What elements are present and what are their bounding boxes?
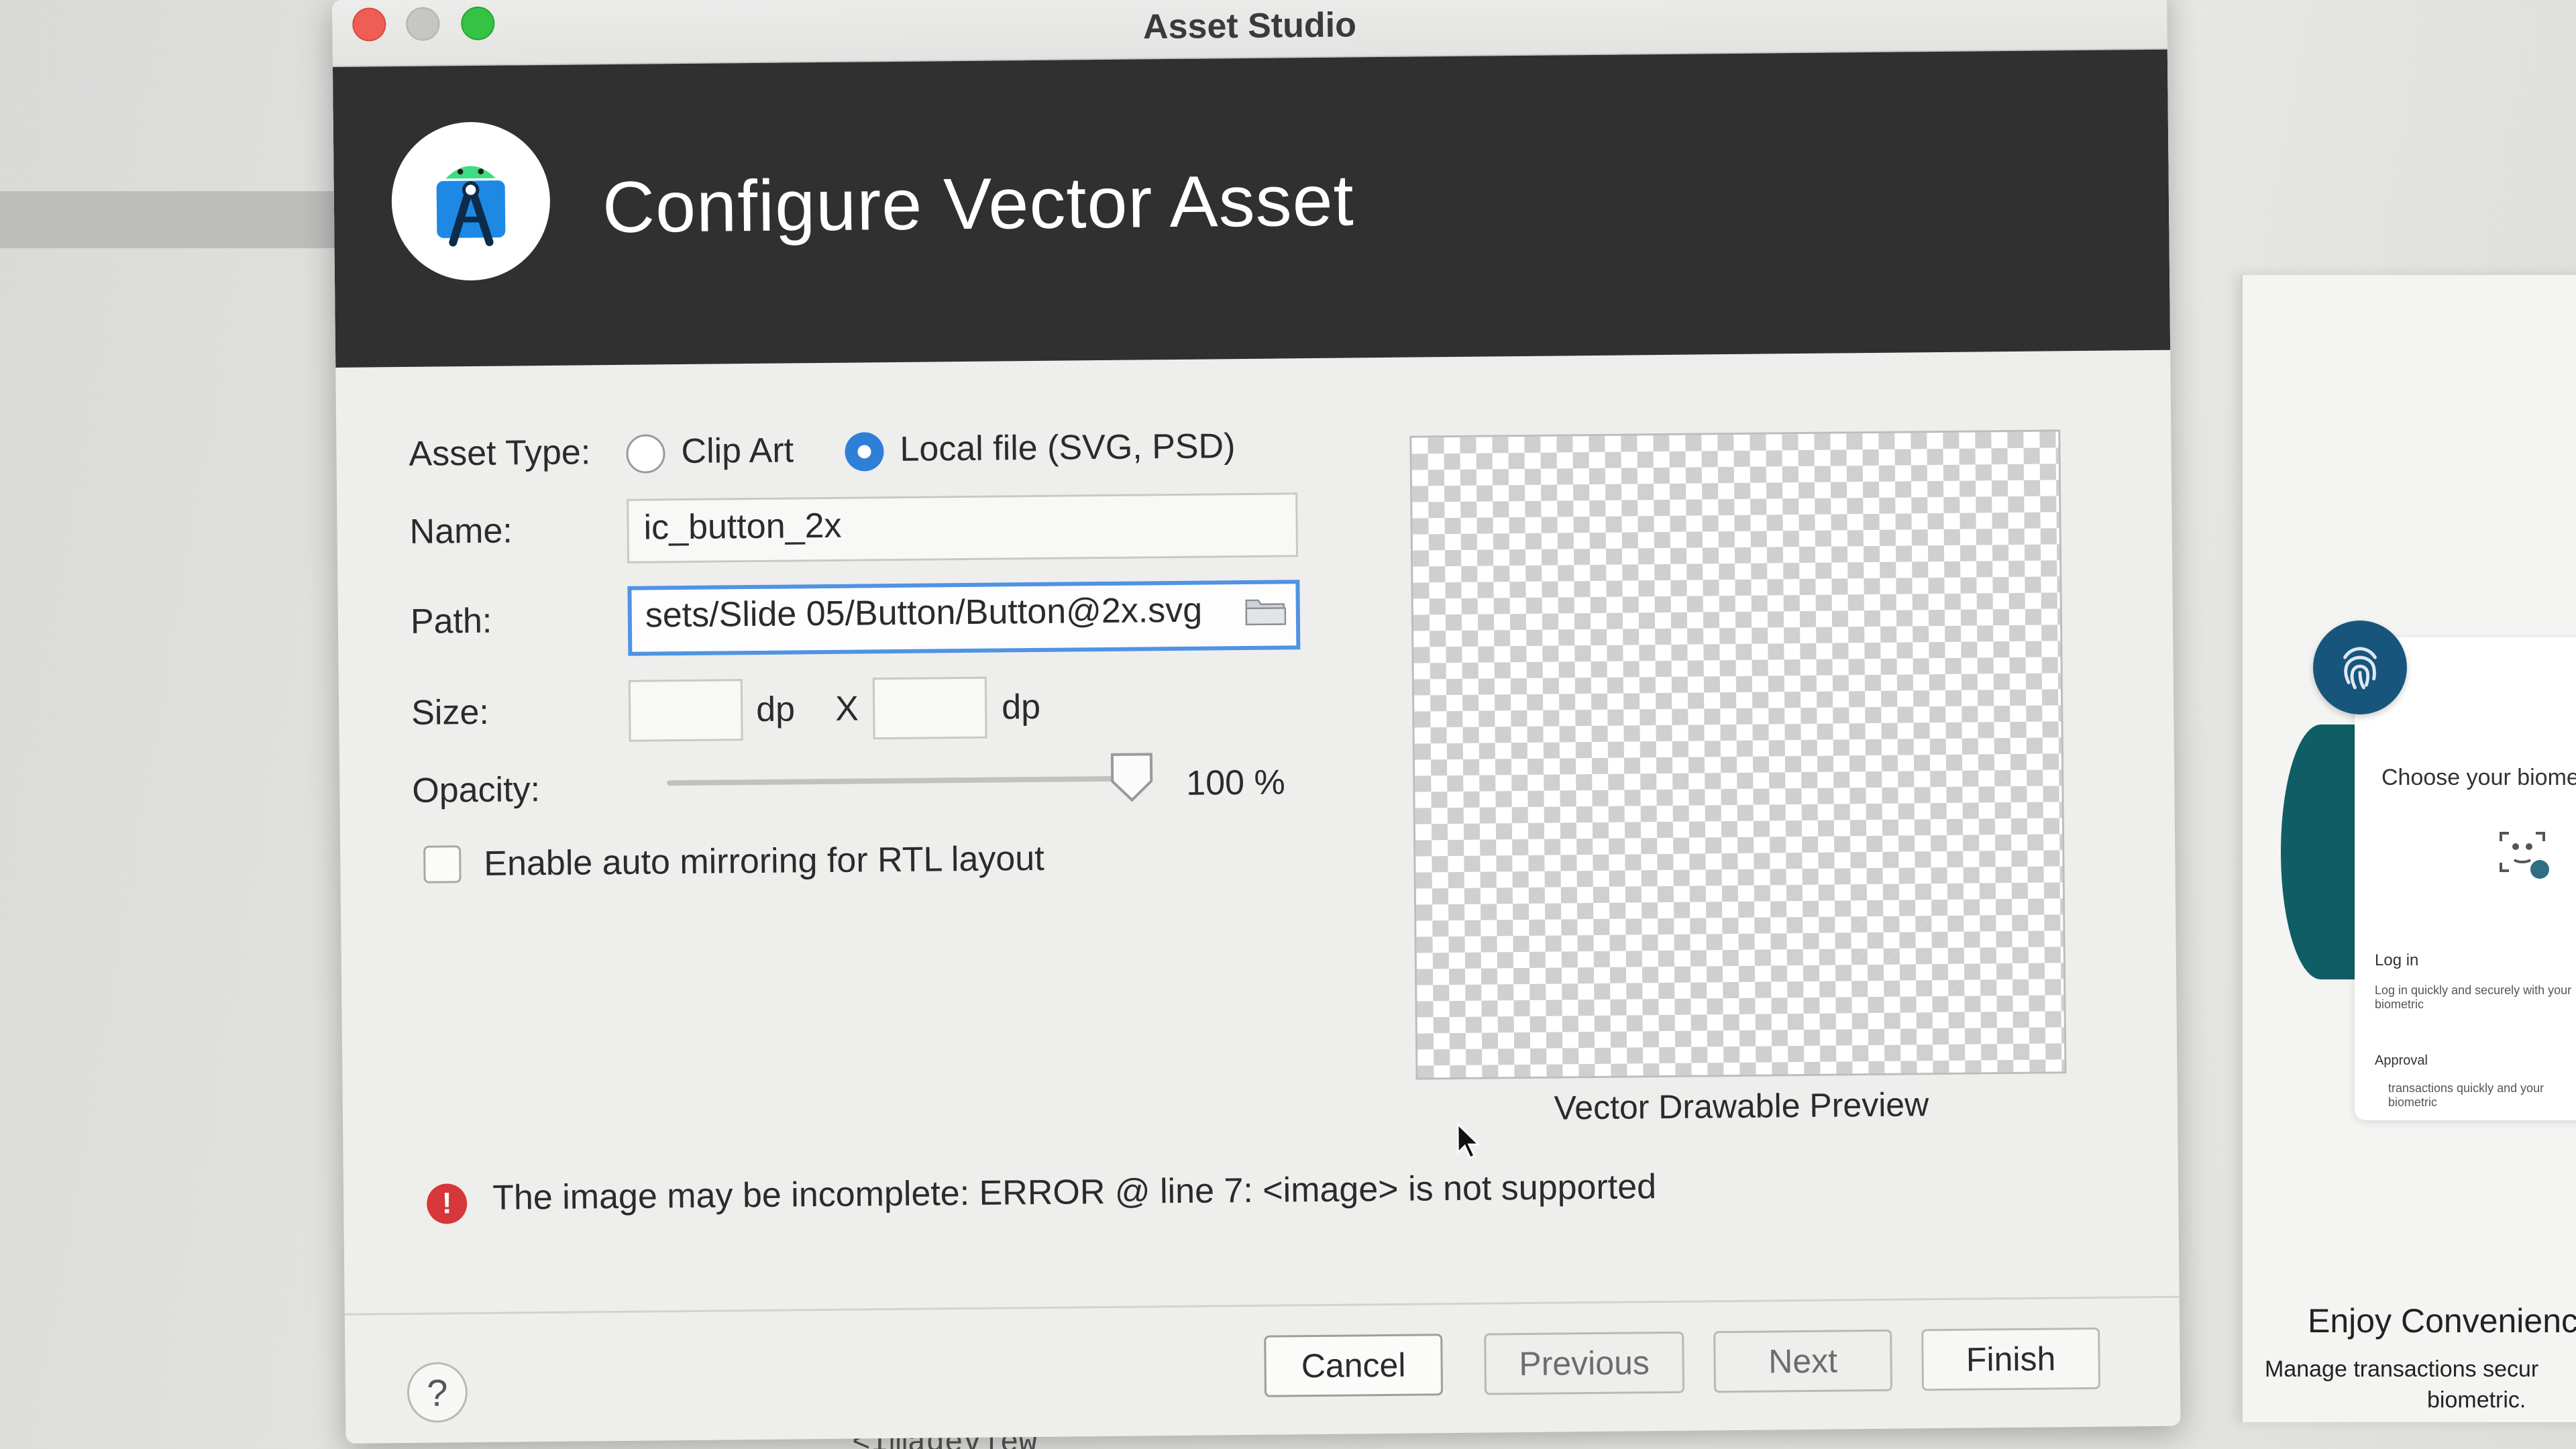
radio-local-file[interactable] [845,432,884,472]
opacity-label: Opacity: [412,770,541,810]
background-login-title: Log in [2375,951,2419,969]
finish-button[interactable]: Finish [1921,1327,2100,1391]
path-input-value: sets/Slide 05/Button/Button@2x.svg [645,590,1203,635]
error-icon: ! [426,1183,468,1224]
fingerprint-icon [2313,621,2407,714]
background-manage-text: Manage transactions secur [2265,1356,2539,1382]
size-width-input[interactable] [628,679,743,742]
help-button[interactable]: ? [407,1362,468,1424]
asset-studio-dialog: Asset Studio Configure Vector Asset Asse… [332,0,2181,1444]
next-button[interactable]: Next [1713,1329,1893,1393]
footer-divider [344,1295,2180,1316]
vector-drawable-preview [1409,429,2067,1080]
asset-type-label: Asset Type: [409,433,591,474]
radio-clip-art-label[interactable]: Clip Art [681,430,794,472]
background-phone-card [2355,637,2576,1120]
window-title: Asset Studio [1142,5,1357,47]
name-input[interactable]: ic_button_2x [627,492,1299,564]
opacity-slider-track[interactable] [667,775,1129,786]
background-approval-title: Approval [2375,1053,2428,1068]
cancel-button[interactable]: Cancel [1264,1334,1444,1397]
preview-label: Vector Drawable Preview [1554,1085,1929,1127]
path-input[interactable]: sets/Slide 05/Button/Button@2x.svg [627,580,1301,656]
radio-clip-art[interactable] [626,434,665,474]
size-height-input[interactable] [872,676,987,740]
page-title: Configure Vector Asset [602,159,1355,248]
folder-icon[interactable] [1245,596,1287,626]
auto-mirroring-checkbox[interactable] [423,845,462,883]
mouse-cursor-icon [1456,1122,1481,1159]
size-height-unit: dp [1001,687,1041,727]
face-id-icon [2500,832,2549,879]
background-phone-heading: Choose your biomet [2381,765,2576,790]
background-enjoy-heading: Enjoy Convenienc [2308,1302,2576,1340]
size-separator: X [835,689,859,729]
background-swoosh-shape [2281,724,2361,979]
background-login-subtitle: Log in quickly and securely with your bi… [2375,983,2572,1011]
android-studio-icon [390,121,551,282]
auto-mirroring-label[interactable]: Enable auto mirroring for RTL layout [484,839,1044,884]
opacity-value: 100 % [1185,763,1285,803]
path-label: Path: [410,601,492,641]
background-biometric-text: biometric. [2427,1387,2526,1413]
size-width-unit: dp [755,690,796,729]
previous-button[interactable]: Previous [1484,1331,1685,1395]
wizard-header: Configure Vector Asset [332,49,2171,368]
size-label: Size: [411,692,490,733]
background-ide-strip [0,191,349,248]
name-label: Name: [409,511,513,551]
opacity-slider-thumb[interactable] [1110,751,1155,803]
radio-local-file-label[interactable]: Local file (SVG, PSD) [900,426,1236,470]
error-message: The image may be incomplete: ERROR @ lin… [492,1167,1657,1218]
background-approval-subtitle: transactions quickly and your biometric [2388,1081,2544,1109]
